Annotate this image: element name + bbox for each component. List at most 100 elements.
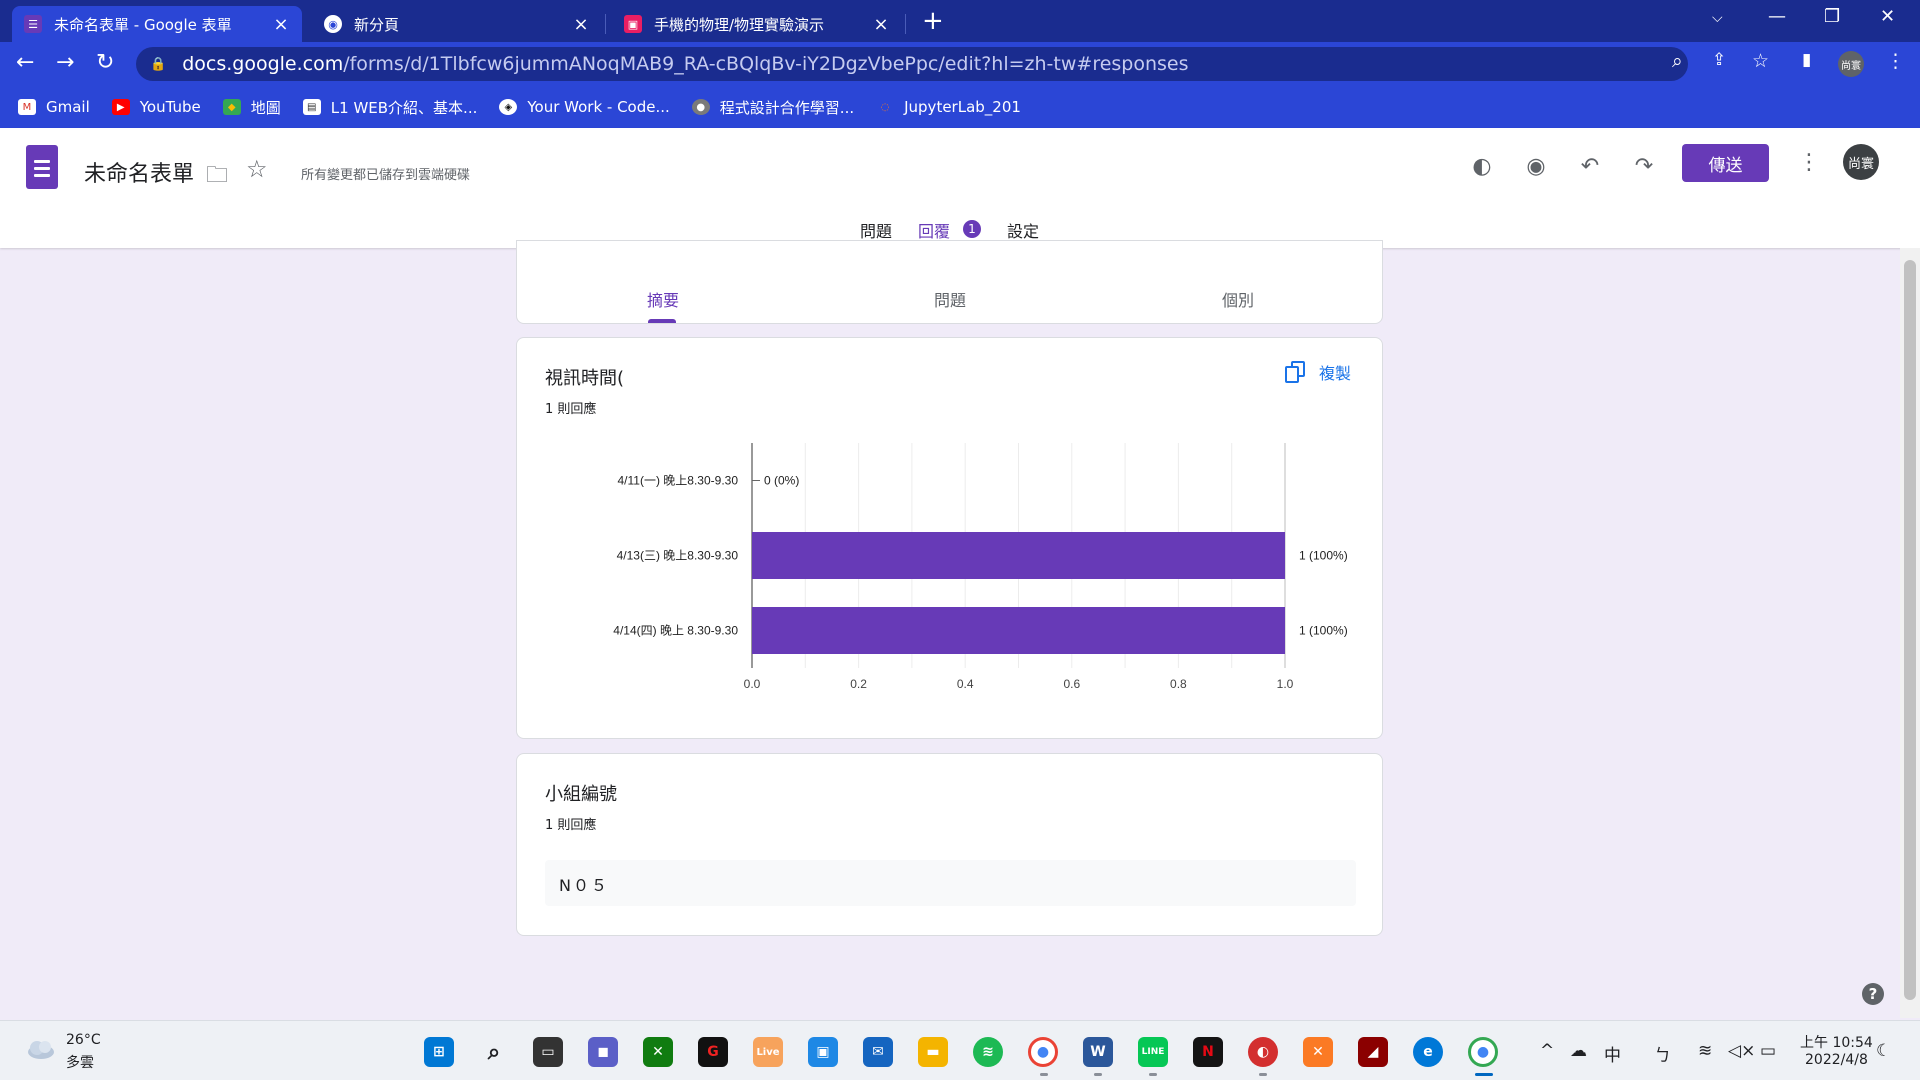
form-title[interactable]: 未命名表單 xyxy=(84,156,194,188)
tab-divider xyxy=(605,14,606,34)
browser-tab-newtab[interactable]: ◉ 新分頁 × xyxy=(312,6,602,42)
lock-icon: 🔒 xyxy=(150,56,167,72)
bookmark-your-work[interactable]: ◈ Your Work - Code... xyxy=(499,98,670,116)
bookmark-star-icon[interactable]: ☆ xyxy=(1752,50,1769,72)
volume-muted-icon[interactable]: ◁× xyxy=(1728,1041,1755,1061)
bookmark-coding[interactable]: ● 程式設計合作學習... xyxy=(691,97,854,118)
folder-icon[interactable]: 🗀 xyxy=(206,158,228,196)
close-icon[interactable]: × xyxy=(872,14,890,35)
new-tab-icon[interactable]: + xyxy=(922,8,944,34)
tab-responses[interactable]: 回覆 xyxy=(918,218,950,242)
help-icon[interactable]: ? xyxy=(1862,983,1884,1005)
bar xyxy=(752,532,1285,579)
windows-start-icon[interactable]: ⊞ xyxy=(424,1037,454,1067)
page-scrollbar-thumb[interactable] xyxy=(1904,260,1916,1000)
netflix-icon[interactable]: N xyxy=(1193,1037,1223,1067)
remote-desktop-icon[interactable]: ▣ xyxy=(808,1037,838,1067)
category-label: 4/11(一) 晚上8.30-9.30 xyxy=(618,474,739,488)
account-avatar[interactable]: 尚寰 xyxy=(1843,144,1879,180)
chrome-profile-taskbar-icon[interactable]: ● xyxy=(1468,1037,1498,1067)
forward-icon[interactable]: → xyxy=(56,50,74,76)
running-indicator xyxy=(1149,1073,1157,1076)
jupyter-icon: ◌ xyxy=(880,101,890,113)
xampp-icon[interactable]: ✕ xyxy=(1303,1037,1333,1067)
zoom-icon[interactable]: ⌕ xyxy=(1672,50,1683,72)
browser-tab-forms[interactable]: ☰ 未命名表單 - Google 表單 × xyxy=(12,6,302,42)
clock-time[interactable]: 上午 10:54 xyxy=(1800,1032,1873,1052)
address-bar[interactable]: 🔒 docs.google.com/forms/d/1Tlbfcw6jummAN… xyxy=(136,47,1688,81)
subtab-question[interactable]: 問題 xyxy=(934,287,966,311)
subtab-individual[interactable]: 個別 xyxy=(1222,287,1254,311)
garena-icon[interactable]: G xyxy=(698,1037,728,1067)
question-summary-card: 視訊時間( 1 則回應 複製 0.0 0.2 0.4 0.6 0.8 1.0 4/11(一)… xyxy=(516,337,1383,739)
close-icon[interactable]: × xyxy=(572,14,590,35)
weather-temperature[interactable]: 26°C xyxy=(66,1032,101,1048)
tab-questions[interactable]: 問題 xyxy=(860,218,892,242)
undo-icon[interactable]: ↶ xyxy=(1574,150,1606,182)
palette-icon[interactable]: ◐ xyxy=(1466,150,1498,182)
youtube-icon: ▶ xyxy=(111,99,130,115)
globe-icon: ● xyxy=(691,99,710,115)
minimize-icon[interactable]: — xyxy=(1768,6,1786,27)
tab-divider xyxy=(905,14,906,34)
save-status: 所有變更都已儲存到雲端硬碟 xyxy=(301,168,471,183)
app-icon[interactable]: ◢ xyxy=(1358,1037,1388,1067)
x-tick-label: 0.8 xyxy=(1170,677,1187,691)
share-icon[interactable]: ⇪ xyxy=(1712,50,1726,70)
teams-chat-icon[interactable]: ◼ xyxy=(588,1037,618,1067)
bookmark-maps[interactable]: ◆ 地圖 xyxy=(222,97,281,118)
trend-micro-icon[interactable]: ◐ xyxy=(1248,1037,1278,1067)
bar xyxy=(752,607,1285,654)
document-icon: ▤ xyxy=(302,99,321,115)
ime-mode-icon[interactable]: ㄅ xyxy=(1654,1041,1671,1066)
more-options-icon[interactable]: ⋮ xyxy=(1798,150,1820,175)
edge-icon[interactable]: e xyxy=(1413,1037,1443,1067)
forms-header: 未命名表單 🗀 ☆ 所有變更都已儲存到雲端硬碟 ◐ ◉ ↶ ↷ 傳送 ⋮ 尚寰 … xyxy=(0,128,1920,248)
word-icon[interactable]: W xyxy=(1083,1037,1113,1067)
browser-menu-icon[interactable]: ⋮ xyxy=(1886,50,1905,72)
xbox-icon[interactable]: ✕ xyxy=(643,1037,673,1067)
profile-avatar[interactable]: 尚寰 xyxy=(1838,51,1864,77)
mail-icon[interactable]: ✉ xyxy=(863,1037,893,1067)
live-app-icon[interactable]: Live xyxy=(753,1037,783,1067)
spotify-icon[interactable]: ≋ xyxy=(973,1037,1003,1067)
bookmark-youtube[interactable]: ▶ YouTube xyxy=(111,98,201,116)
bookmark-gmail[interactable]: M Gmail xyxy=(18,98,90,116)
task-view-icon[interactable]: ▭ xyxy=(533,1037,563,1067)
side-panel-icon[interactable]: ▮ xyxy=(1802,50,1811,70)
preview-eye-icon[interactable]: ◉ xyxy=(1520,150,1552,182)
clock-date[interactable]: 2022/4/8 xyxy=(1805,1052,1868,1068)
close-icon[interactable]: × xyxy=(272,14,290,35)
ime-indicator[interactable]: 中 xyxy=(1604,1041,1621,1066)
question-title: 小組編號 xyxy=(545,784,617,805)
redo-icon[interactable]: ↷ xyxy=(1628,150,1660,182)
battery-icon[interactable]: ▭ xyxy=(1760,1041,1776,1061)
window-close-icon[interactable]: ✕ xyxy=(1880,6,1895,27)
back-icon[interactable]: ← xyxy=(16,50,34,76)
search-icon[interactable]: ⌕ xyxy=(479,1037,509,1067)
notifications-icon[interactable]: ☾ xyxy=(1876,1041,1891,1061)
show-hidden-icons-icon[interactable]: ^ xyxy=(1540,1041,1554,1061)
wifi-icon[interactable]: ≋ xyxy=(1698,1041,1712,1061)
chrome-taskbar-icon[interactable]: ● xyxy=(1028,1037,1058,1067)
subtab-summary[interactable]: 摘要 xyxy=(647,287,679,311)
line-icon[interactable]: LINE xyxy=(1138,1037,1168,1067)
bookmark-jupyterlab[interactable]: ◌ JupyterLab_201 xyxy=(876,98,1021,116)
response-count: 1 則回應 xyxy=(545,818,597,833)
restore-icon[interactable]: ❐ xyxy=(1824,6,1840,27)
send-button[interactable]: 傳送 xyxy=(1682,144,1769,182)
tab-title: 新分頁 xyxy=(354,15,400,34)
tab-settings[interactable]: 設定 xyxy=(1007,218,1039,242)
onedrive-icon[interactable]: ☁ xyxy=(1570,1041,1587,1061)
data-label: 0 (0%) xyxy=(764,474,799,488)
browser-tab-physics[interactable]: ▣ 手機的物理/物理實驗演示 × xyxy=(612,6,902,42)
tab-search-icon[interactable]: ⌵ xyxy=(1712,10,1723,26)
file-explorer-icon[interactable]: ▬ xyxy=(918,1037,948,1067)
bookmark-l1-web[interactable]: ▤ L1 WEB介紹、基本... xyxy=(302,97,477,118)
star-icon[interactable]: ☆ xyxy=(246,155,268,183)
summary-tab-indicator xyxy=(648,319,676,323)
reload-icon[interactable]: ↻ xyxy=(96,50,114,76)
weather-condition[interactable]: 多雲 xyxy=(66,1052,94,1072)
forms-logo-icon[interactable] xyxy=(26,145,58,189)
bookmarks-bar: M Gmail ▶ YouTube ◆ 地圖 ▤ L1 WEB介紹、基本... ◈ You… xyxy=(0,86,1920,128)
